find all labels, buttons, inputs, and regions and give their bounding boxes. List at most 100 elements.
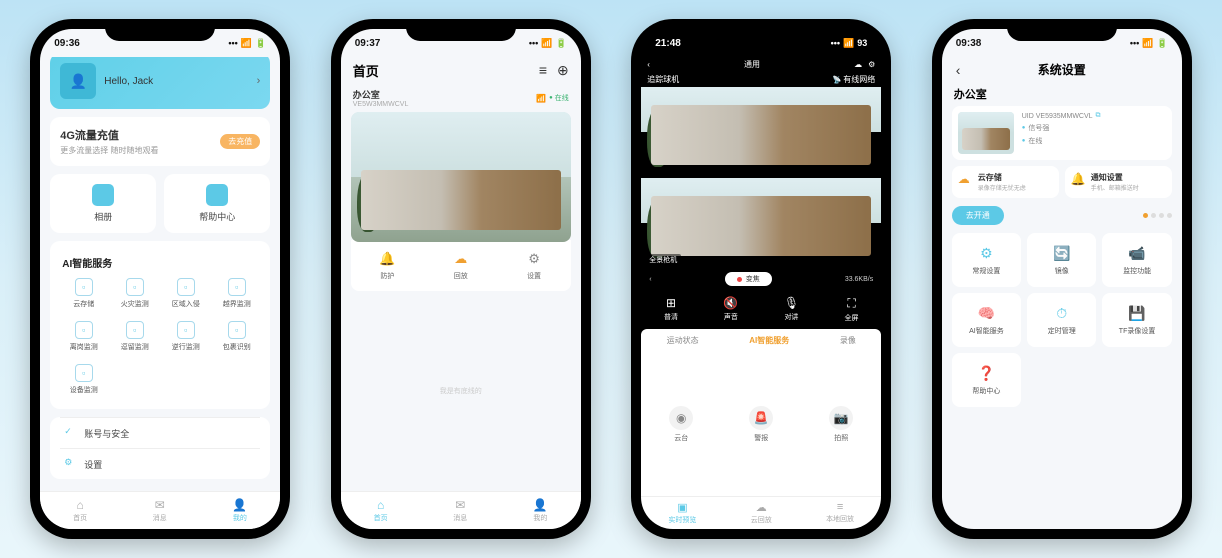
album-button[interactable]: 相册	[50, 174, 156, 233]
nav-icon: ✉	[455, 498, 465, 512]
nav-icon: ≡	[837, 501, 843, 513]
cloud-icon: ☁	[958, 172, 974, 188]
back-icon[interactable]: ‹	[956, 62, 961, 78]
cloud-storage-promo[interactable]: ☁ 云存储 录像存储无忧无虑	[952, 166, 1059, 198]
topup-button[interactable]: 去充值	[220, 134, 260, 149]
settings-cell[interactable]: 🧠 AI智能服务	[952, 293, 1021, 347]
settings-cell[interactable]: ⏱ 定时管理	[1027, 293, 1096, 347]
help-icon	[206, 184, 228, 206]
ctrl-icon: ⊞	[666, 296, 676, 310]
feature-tabs: 运动状态 AI智能服务 录像	[641, 329, 881, 352]
cell-icon: 💾	[1128, 305, 1145, 322]
nav-item[interactable]: ▣ 实时预览	[668, 501, 696, 525]
add-icon[interactable]: ⊕	[557, 62, 569, 79]
shield-icon: ✓	[64, 426, 78, 440]
nav-item[interactable]: 👤 我的	[533, 498, 548, 523]
action-item[interactable]: ⚙ 设置	[525, 250, 543, 281]
bottom-nav: ⌂ 首页 ✉ 消息 👤 我的	[341, 491, 581, 529]
clock: 09:37	[355, 38, 381, 49]
ai-service-item[interactable]: ▫ 火灾监测	[111, 274, 158, 313]
service-icon: ▫	[126, 321, 144, 339]
notch	[105, 19, 215, 41]
status-icons: •••📶🔋	[1130, 38, 1168, 49]
ctrl-item[interactable]: ⛶ 全屏	[845, 296, 859, 323]
ai-service-item[interactable]: ▫ 区域入侵	[162, 274, 209, 313]
ptz-item[interactable]: 📷 拍照	[829, 406, 853, 443]
settings-cell[interactable]: ❓ 帮助中心	[952, 353, 1021, 407]
ai-services-grid: ▫ 云存储 ▫ 火灾监测 ▫ 区域入侵 ▫ 越界监测 ▫ 离岗监测 ▫ 逗留监测…	[60, 274, 260, 399]
page-dots	[1143, 213, 1172, 218]
device-net: 📡 有线网络	[833, 74, 876, 85]
greeting-text: Hello, Jack	[104, 76, 248, 87]
ptz-panel: ◉ 云台 🚨 警报 📷 拍照	[641, 352, 881, 496]
ai-service-item[interactable]: ▫ 越界监测	[213, 274, 260, 313]
avatar: 👤	[60, 63, 96, 99]
settings-cell[interactable]: 💾 TF录像设置	[1102, 293, 1171, 347]
nav-icon: 👤	[533, 498, 548, 512]
nav-item[interactable]: ✉ 消息	[453, 498, 467, 523]
clock: 09:36	[54, 38, 80, 49]
notification-promo[interactable]: 🔔 通知设置 手机、邮箱推送时	[1065, 166, 1172, 198]
action-item[interactable]: 🔔 防护	[378, 250, 396, 281]
ai-service-item[interactable]: ▫ 包裹识别	[213, 317, 260, 356]
nav-item[interactable]: ⌂ 首页	[374, 498, 388, 523]
nav-item[interactable]: ☁ 云回放	[751, 501, 772, 525]
album-icon	[92, 184, 114, 206]
nav-item[interactable]: ≡ 本地回放	[826, 501, 854, 525]
camera-view-1[interactable]	[641, 87, 881, 177]
nav-item[interactable]: ✉ 消息	[153, 498, 167, 523]
service-icon: ▫	[75, 278, 93, 296]
ctrl-icon: 🔇	[723, 296, 738, 310]
cloud-icon[interactable]: ☁	[854, 60, 862, 69]
ptz-item[interactable]: ◉ 云台	[669, 406, 693, 443]
action-icon: 🔔	[378, 250, 396, 268]
menu-icon[interactable]: ≡	[539, 62, 547, 79]
service-icon: ▫	[228, 278, 246, 296]
camera-view-2[interactable]: 全景枪机	[641, 178, 881, 268]
open-button[interactable]: 去开通	[952, 206, 1004, 225]
notch	[1007, 19, 1117, 41]
settings-cell[interactable]: ⚙ 常规设置	[952, 233, 1021, 287]
phone-1: 09:36 •••📶🔋 👤 Hello, Jack › 4G流量充值 更多流量选…	[30, 19, 290, 539]
help-center-button[interactable]: 帮助中心	[164, 174, 270, 233]
device-uid: VE5W3MMWCVL	[353, 101, 409, 108]
ctrl-icon: ⛶	[847, 296, 855, 311]
ai-service-item[interactable]: ▫ 离岗监测	[60, 317, 107, 356]
camera-preview[interactable]	[351, 112, 571, 242]
back-icon[interactable]: ‹	[647, 60, 650, 69]
arrow-left-icon[interactable]: ‹	[649, 276, 651, 283]
settings-cell[interactable]: 🔄 镜像	[1027, 233, 1096, 287]
ai-service-item[interactable]: ▫ 逆行监测	[162, 317, 209, 356]
service-icon: ▫	[177, 278, 195, 296]
ai-service-item[interactable]: ▫ 逗留监测	[111, 317, 158, 356]
settings-row[interactable]: ⚙ 设置	[60, 448, 260, 479]
ctrl-item[interactable]: 🎙 对讲	[784, 296, 799, 323]
status-icons: •••📶🔋	[228, 38, 266, 49]
device-thumbnail	[958, 112, 1014, 154]
ptz-item[interactable]: 🚨 警报	[749, 406, 773, 443]
nav-item[interactable]: ⌂ 首页	[73, 498, 87, 523]
action-icon: ☁	[452, 250, 470, 268]
gear-icon[interactable]: ⚙	[868, 60, 875, 69]
device-status: 在线	[549, 93, 569, 103]
account-security-row[interactable]: ✓ 账号与安全	[60, 417, 260, 448]
device-top-name: 追踪球机	[647, 74, 679, 85]
page-title: 首页	[353, 61, 379, 80]
greeting-card[interactable]: 👤 Hello, Jack ›	[50, 57, 270, 109]
ctrl-item[interactable]: ⊞ 普清	[664, 296, 678, 323]
device-info-card[interactable]: UID VE5935MMWCVL⧉ ●信号强 ●在线	[952, 106, 1172, 160]
nav-item[interactable]: 👤 我的	[232, 498, 247, 523]
feature-tab[interactable]: AI智能服务	[749, 335, 789, 346]
cell-icon: ⚙	[980, 245, 993, 262]
zoom-pill[interactable]: 变焦	[725, 272, 772, 286]
device-name[interactable]: 办公室	[353, 88, 409, 101]
feature-tab[interactable]: 运动状态	[667, 335, 699, 346]
ctrl-item[interactable]: 🔇 声音	[723, 296, 738, 323]
action-item[interactable]: ☁ 回放	[452, 250, 470, 281]
device-signal: ●信号强	[1022, 123, 1166, 133]
ai-service-item[interactable]: ▫ 设备监测	[60, 360, 107, 399]
feature-tab[interactable]: 录像	[840, 335, 856, 346]
topup-card[interactable]: 4G流量充值 更多流量选择 随时随地观看 去充值	[50, 117, 270, 166]
ai-service-item[interactable]: ▫ 云存储	[60, 274, 107, 313]
settings-cell[interactable]: 📹 监控功能	[1102, 233, 1171, 287]
